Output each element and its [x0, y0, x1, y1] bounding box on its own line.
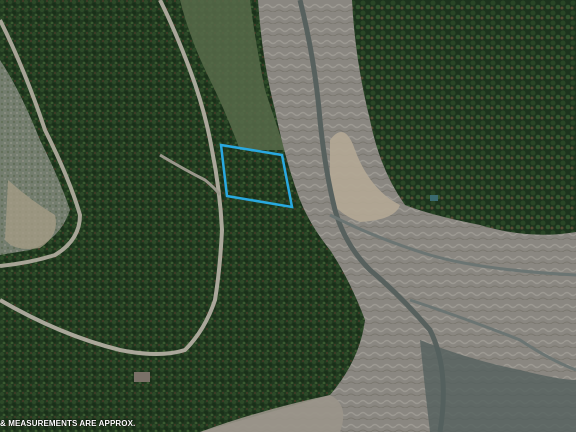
aerial-imagery [0, 0, 576, 432]
building [134, 372, 150, 382]
measurement-disclaimer: & MEASUREMENTS ARE APPROX. [0, 419, 136, 428]
aerial-map: & MEASUREMENTS ARE APPROX. [0, 0, 576, 432]
